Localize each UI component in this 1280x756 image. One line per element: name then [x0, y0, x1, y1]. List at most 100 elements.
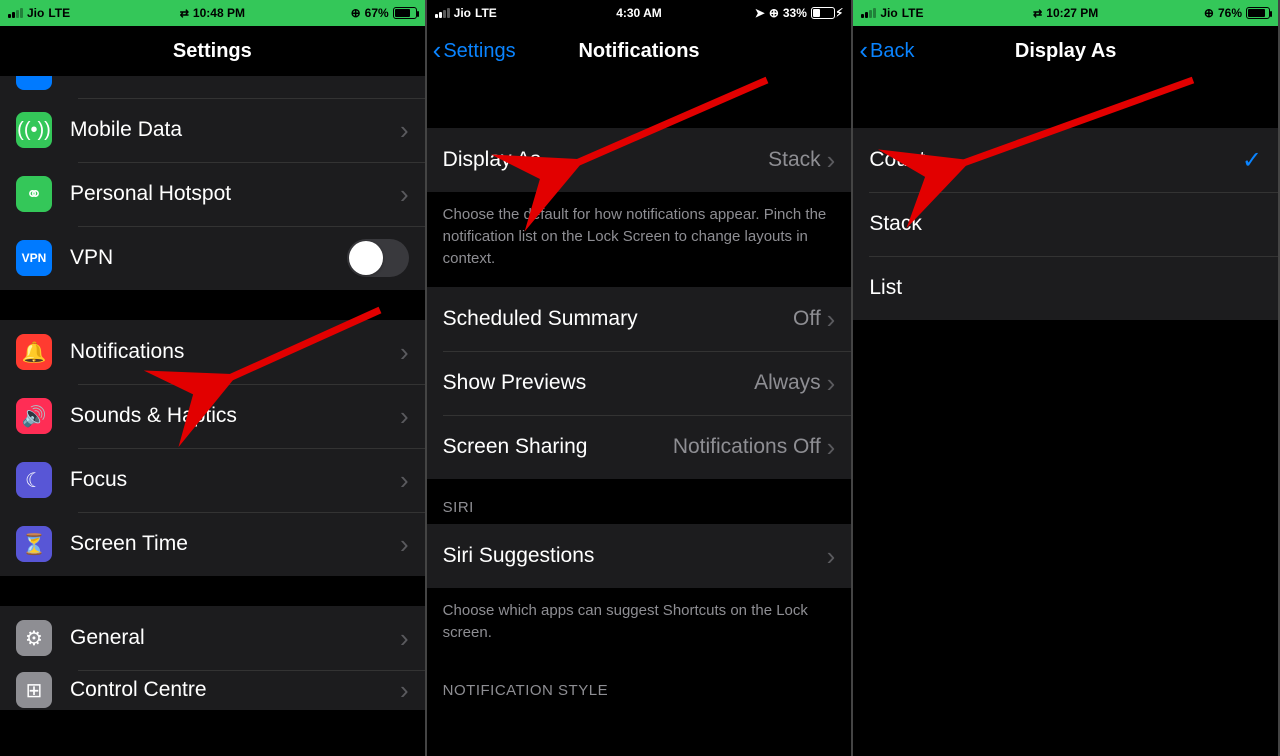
orientation-lock-icon: ⊕ — [1204, 6, 1214, 20]
chevron-right-icon: › — [827, 550, 836, 563]
row-show-previews[interactable]: Show Previews Always › — [427, 351, 852, 415]
notifications-screen: Jio LTE 4:30 AM ➤ ⊕ 33% ⚡︎ ‹ Settings No… — [427, 0, 854, 756]
nav-header: ‹ Settings Notifications — [427, 26, 852, 76]
row-label: Scheduled Summary — [443, 307, 793, 331]
general-section: ⚙ General › ⊞ Control Centre › — [0, 606, 425, 710]
section-header-siri: SIRI — [427, 479, 852, 524]
row-label: VPN — [70, 246, 347, 270]
page-title: Notifications — [578, 40, 699, 63]
previews-section: Scheduled Summary Off › Show Previews Al… — [427, 287, 852, 479]
row-label: Personal Hotspot — [70, 182, 400, 206]
general-icon: ⚙ — [16, 620, 52, 656]
back-label: Settings — [443, 40, 515, 63]
status-bar: Jio LTE 4:30 AM ➤ ⊕ 33% ⚡︎ — [427, 0, 852, 26]
status-time: 4:30 AM — [616, 6, 662, 20]
nav-header: Settings — [0, 26, 425, 76]
option-label: Stack — [869, 212, 1262, 236]
sounds-icon: 🔊 — [16, 398, 52, 434]
focus-icon: ☾ — [16, 462, 52, 498]
checkmark-icon: ✓ — [1242, 146, 1262, 175]
settings-row-mobile-data[interactable]: ((•)) Mobile Data › — [0, 98, 425, 162]
row-value: Off — [793, 307, 821, 331]
back-button[interactable]: ‹ Back — [859, 40, 914, 63]
chevron-right-icon: › — [827, 154, 836, 167]
carrier-label: Jio — [27, 6, 44, 20]
chevron-right-icon: › — [400, 410, 409, 423]
option-list[interactable]: List — [853, 256, 1278, 320]
settings-screen: Jio LTE ⇄ 10:48 PM ⊕ 67% Settings ((•)) … — [0, 0, 427, 756]
settings-row-screen-time[interactable]: ⏳ Screen Time › — [0, 512, 425, 576]
row-label: Mobile Data — [70, 118, 400, 142]
hotspot-icon: ⇄ — [180, 7, 189, 20]
option-count[interactable]: Count ✓ — [853, 128, 1278, 192]
siri-section: Siri Suggestions › — [427, 524, 852, 588]
status-time: 10:48 PM — [193, 6, 245, 20]
signal-icon — [8, 8, 23, 18]
option-stack[interactable]: Stack — [853, 192, 1278, 256]
row-display-as[interactable]: Display As Stack › — [427, 128, 852, 192]
settings-row-notifications[interactable]: 🔔 Notifications › — [0, 320, 425, 384]
row-label: Screen Time — [70, 532, 400, 556]
battery-icon — [1246, 7, 1270, 19]
chevron-right-icon: › — [400, 124, 409, 137]
chevron-right-icon: › — [400, 632, 409, 645]
screen-time-icon: ⏳ — [16, 526, 52, 562]
page-title: Settings — [173, 40, 252, 63]
row-screen-sharing[interactable]: Screen Sharing Notifications Off › — [427, 415, 852, 479]
settings-row-partial[interactable] — [0, 76, 425, 98]
nav-header: ‹ Back Display As — [853, 26, 1278, 76]
network-label: LTE — [475, 6, 497, 20]
settings-row-control-centre[interactable]: ⊞ Control Centre › — [0, 670, 425, 710]
row-label: Screen Sharing — [443, 435, 673, 459]
chevron-left-icon: ‹ — [859, 43, 868, 59]
vpn-toggle[interactable] — [347, 239, 409, 277]
signal-icon — [861, 8, 876, 18]
row-label: Sounds & Haptics — [70, 404, 400, 428]
row-value: Notifications Off — [673, 435, 821, 459]
display-as-screen: Jio LTE ⇄ 10:27 PM ⊕ 76% ‹ Back Display … — [853, 0, 1280, 756]
page-title: Display As — [1015, 40, 1117, 63]
orientation-lock-icon: ⊕ — [351, 6, 361, 20]
settings-row-sounds[interactable]: 🔊 Sounds & Haptics › — [0, 384, 425, 448]
back-button[interactable]: ‹ Settings — [433, 40, 516, 63]
status-time: 10:27 PM — [1046, 6, 1098, 20]
hotspot-icon: ⚭ — [16, 176, 52, 212]
control-centre-icon: ⊞ — [16, 672, 52, 708]
row-scheduled-summary[interactable]: Scheduled Summary Off › — [427, 287, 852, 351]
battery-pct: 67% — [365, 6, 389, 20]
chevron-right-icon: › — [827, 313, 836, 326]
section-footer: Choose the default for how notifications… — [427, 192, 852, 287]
location-icon: ➤ — [755, 6, 765, 20]
settings-row-focus[interactable]: ☾ Focus › — [0, 448, 425, 512]
carrier-label: Jio — [880, 6, 897, 20]
battery-pct: 33% — [783, 6, 807, 20]
row-label: Notifications — [70, 340, 400, 364]
display-as-section: Display As Stack › — [427, 128, 852, 192]
orientation-lock-icon: ⊕ — [769, 6, 779, 20]
settings-row-general[interactable]: ⚙ General › — [0, 606, 425, 670]
settings-row-vpn[interactable]: VPN VPN — [0, 226, 425, 290]
mobile-data-icon: ((•)) — [16, 112, 52, 148]
chevron-right-icon: › — [400, 684, 409, 697]
battery-icon — [393, 7, 417, 19]
section-footer: Choose which apps can suggest Shortcuts … — [427, 588, 852, 662]
settings-row-personal-hotspot[interactable]: ⚭ Personal Hotspot › — [0, 162, 425, 226]
hotspot-icon: ⇄ — [1033, 7, 1042, 20]
row-siri-suggestions[interactable]: Siri Suggestions › — [427, 524, 852, 588]
chevron-right-icon: › — [400, 474, 409, 487]
notifications-section: 🔔 Notifications › 🔊 Sounds & Haptics › ☾… — [0, 320, 425, 576]
chevron-right-icon: › — [400, 538, 409, 551]
network-label: LTE — [902, 6, 924, 20]
section-header-notif-style: NOTIFICATION STYLE — [427, 662, 852, 699]
chevron-left-icon: ‹ — [433, 43, 442, 59]
chevron-right-icon: › — [827, 441, 836, 454]
row-label: Siri Suggestions — [443, 544, 827, 568]
battery-icon — [811, 7, 835, 19]
row-label: Focus — [70, 468, 400, 492]
row-label: General — [70, 626, 400, 650]
vpn-icon: VPN — [16, 240, 52, 276]
option-label: Count — [869, 148, 1242, 172]
row-value: Always — [754, 371, 821, 395]
back-label: Back — [870, 40, 914, 63]
chevron-right-icon: › — [400, 346, 409, 359]
